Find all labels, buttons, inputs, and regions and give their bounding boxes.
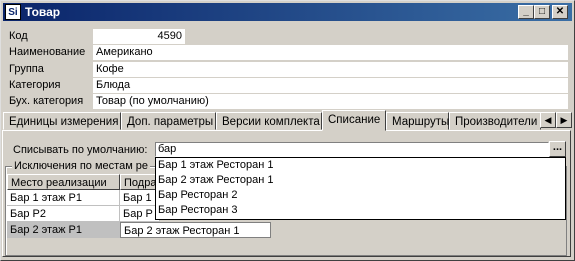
tab-scroll-right[interactable]: ▶	[556, 112, 572, 128]
close-button[interactable]: ✕	[552, 5, 568, 19]
writeoff-dropdown-list[interactable]: Бар 1 этаж Ресторан 1 Бар 2 этаж Рестора…	[155, 157, 566, 220]
window-title: Товар	[25, 5, 61, 19]
title-bar[interactable]: Si Товар _ □ ✕	[3, 3, 572, 21]
maximize-icon: □	[538, 6, 546, 17]
dropdown-option[interactable]: Бар Ресторан 3	[156, 203, 565, 218]
tab-routes[interactable]: Маршруты	[386, 112, 449, 130]
tab-kit-versions[interactable]: Версии комплекта	[216, 112, 322, 130]
table-row-2-place[interactable]: Бар Р2	[7, 206, 120, 222]
dropdown-option[interactable]: Бар 2 этаж Ресторан 1	[156, 173, 565, 188]
accounting-category-field[interactable]: Товар (по умолчанию)	[93, 94, 568, 109]
name-label: Наименование	[9, 46, 86, 58]
group-field[interactable]: Кофе	[93, 62, 568, 77]
group-label: Группа	[9, 63, 44, 75]
tab-scroll-left-icon: ◀	[544, 115, 552, 125]
tab-scroll-left[interactable]: ◀	[540, 112, 556, 128]
dropdown-option[interactable]: Бар Ресторан 2	[156, 188, 565, 203]
exceptions-group-title: Исключения по местам ре	[12, 160, 151, 172]
category-field[interactable]: Блюда	[93, 78, 568, 93]
dropdown-option[interactable]: Бар 1 этаж Ресторан 1	[156, 158, 565, 173]
table-header-place[interactable]: Место реализации	[7, 174, 120, 190]
tab-extra-params[interactable]: Доп. параметры	[121, 112, 216, 130]
table-row-3-department[interactable]: Бар 2 этаж Ресторан 1	[120, 222, 271, 238]
app-icon: Si	[5, 4, 21, 20]
tab-units[interactable]: Единицы измерения	[3, 112, 121, 130]
table-row-2-department[interactable]: Бар Р	[120, 206, 160, 222]
ellipsis-button[interactable]: ...	[549, 141, 566, 157]
minimize-icon: _	[523, 6, 529, 17]
minimize-button[interactable]: _	[518, 5, 534, 19]
tab-scroll-right-icon: ▶	[560, 115, 568, 125]
accounting-category-label: Бух. категория	[9, 95, 84, 107]
category-label: Категория	[9, 79, 61, 91]
writeoff-default-input[interactable]: бар	[155, 142, 549, 157]
table-header-department[interactable]: Подра	[120, 174, 160, 190]
table-row-3-place[interactable]: Бар 2 этаж Р1	[7, 222, 120, 238]
code-label: Код	[9, 30, 28, 42]
code-field[interactable]: 4590	[93, 29, 185, 44]
name-field[interactable]: Американо	[93, 45, 568, 60]
maximize-button[interactable]: □	[534, 5, 550, 19]
table-row-1-department[interactable]: Бар 1	[120, 190, 160, 206]
tab-writeoff[interactable]: Списание	[322, 110, 386, 131]
tab-manufacturers[interactable]: Производители	[449, 112, 541, 130]
writeoff-default-label: Списывать по умолчанию:	[13, 144, 148, 156]
close-icon: ✕	[555, 6, 565, 17]
table-row-1-place[interactable]: Бар 1 этаж Р1	[7, 190, 120, 206]
